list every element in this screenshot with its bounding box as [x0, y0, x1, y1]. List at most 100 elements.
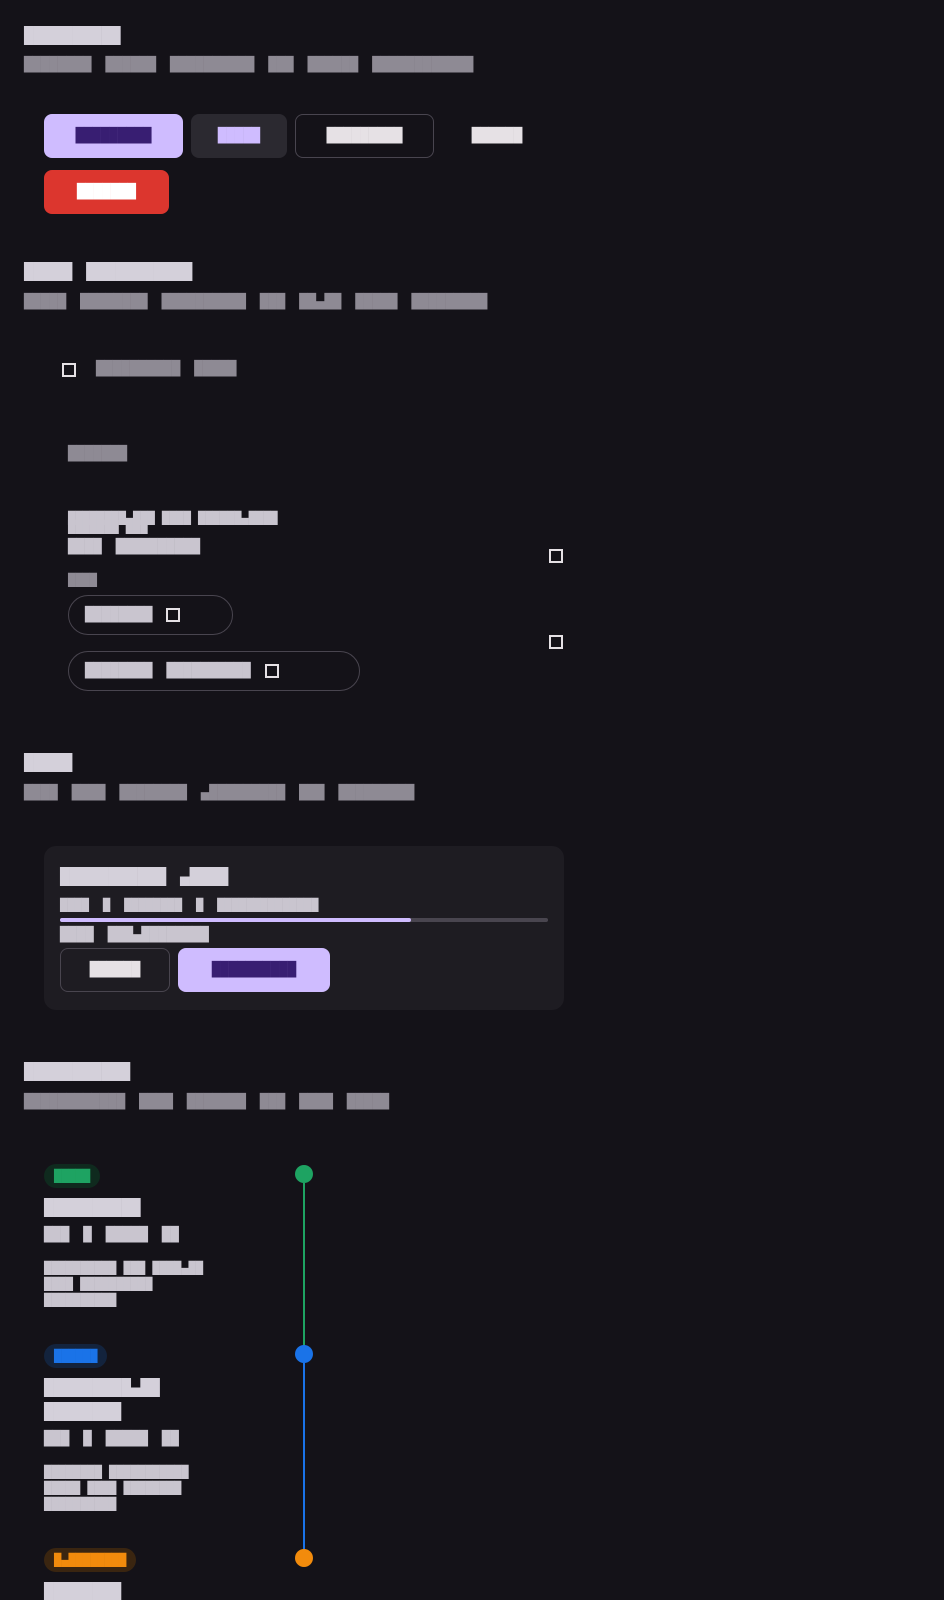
chip-label: ████████ — [85, 607, 153, 623]
meta-word: ██ — [161, 1431, 179, 1447]
timeline-badge: ██████ — [44, 1344, 108, 1368]
description-word: ▄█████████ — [200, 785, 286, 801]
timeline-entry-line: ████ ██████████ — [44, 1277, 153, 1291]
text-button[interactable]: ██████ — [442, 114, 552, 158]
description-word: ██████ — [105, 57, 157, 73]
meta-word: ██ — [161, 1227, 179, 1243]
timeline-entry-meta: ███ █ █████ ██ — [44, 1228, 179, 1242]
chip-label: ██████████ — [166, 663, 251, 679]
outlined-button[interactable]: █████████ — [295, 114, 434, 158]
meta-word: █ — [83, 1227, 92, 1243]
filter-chip[interactable]: ████████ — [68, 595, 233, 635]
list-item-line: ███████ ███ — [68, 520, 148, 534]
description-word: ████ — [71, 785, 106, 801]
timeline-entry-title: ████████ — [44, 1582, 122, 1600]
description-word: █████ — [346, 1094, 390, 1110]
section-title-buttons: ██████████ — [24, 26, 121, 45]
description-word: █████ — [24, 294, 67, 310]
timeline-entry-line: ██████████ — [44, 1497, 117, 1511]
timeline-entry-title: ██████████ — [44, 1198, 141, 1217]
timeline-connector — [303, 1363, 305, 1566]
label-word: █████ — [194, 361, 237, 377]
card-title: ███████████ ▄████ — [60, 869, 228, 885]
description-word: ████████ — [119, 785, 187, 801]
title-word: ███████████ — [86, 262, 193, 281]
meta-word: ███ — [44, 1431, 70, 1447]
description-word: ████ — [139, 1094, 173, 1110]
meta-word: ██████████████ — [217, 898, 319, 912]
description-word: ████████████ — [24, 1094, 126, 1110]
list-item-word: ████ — [68, 539, 102, 555]
meta-word: ████████ — [124, 898, 182, 912]
description-word: █████████ — [338, 785, 415, 801]
buttons-section: ██████████ ████████ ██████ ██████████ ██… — [0, 0, 944, 230]
card-meta: ████ █ ████████ █ ██████████████ — [60, 899, 318, 911]
section-description: ████████ ██████ ██████████ ███ ██████ ██… — [24, 58, 473, 72]
card-title-word: ▄████ — [179, 867, 229, 886]
description-word: ██▄██ — [299, 294, 342, 310]
description-word: ███ — [268, 57, 294, 73]
meta-word: █ — [83, 1431, 92, 1447]
chip-checkbox-icon — [166, 608, 181, 622]
meta-word: ███ — [44, 1227, 70, 1243]
description-word: ███ — [299, 785, 325, 801]
description-word: ███████ — [186, 1094, 246, 1110]
meta-word: ████ — [60, 898, 89, 912]
timeline-entry-title: █████████▄██ — [44, 1378, 160, 1397]
description-word: ██████ — [307, 57, 359, 73]
chip-checkbox-icon — [264, 664, 279, 678]
timeline-entry-line: ████████ ███████████ — [44, 1465, 189, 1479]
chip-label: ████████ — [85, 663, 153, 679]
progress-bar — [60, 918, 548, 922]
meta-word: █ — [102, 898, 111, 912]
description-word: ███ — [259, 294, 286, 310]
description-word: ████ — [24, 785, 58, 801]
timeline-entry-line: █████ ████ ████████ — [44, 1481, 182, 1495]
list-item-checkbox[interactable] — [549, 549, 563, 563]
filled-button[interactable]: █████████ — [44, 114, 183, 158]
footer-word: ████ — [60, 927, 94, 943]
timeline-entry-meta: ███ █ █████ ██ — [44, 1432, 179, 1446]
description-word: ███ — [259, 1094, 286, 1110]
section-title-timeline: ███████████ — [24, 1062, 130, 1081]
description-word: ████████ — [80, 294, 148, 310]
timeline-badge: █▄████████ — [44, 1548, 137, 1572]
filter-chip[interactable]: ████████ ██████████ — [68, 651, 360, 691]
timeline-dot — [295, 1549, 313, 1567]
card-primary-button[interactable]: ██████████ — [178, 948, 330, 992]
section-description: ████ ████ ████████ ▄█████████ ███ ██████… — [24, 786, 414, 800]
list-item-line: ████ ██████████ — [68, 540, 200, 554]
section-title-toggles: █████ ███████████ — [24, 264, 192, 280]
danger-button[interactable]: ███████ — [44, 170, 169, 214]
list-item-line: ████ — [68, 573, 97, 587]
checkbox[interactable] — [62, 363, 76, 377]
description-word: ████████████ — [372, 57, 474, 73]
meta-word: █████ — [105, 1431, 148, 1447]
description-word: █████████ — [411, 294, 488, 310]
meta-word: █ — [195, 898, 204, 912]
timeline-dot — [295, 1345, 313, 1363]
card-title-word: ███████████ — [60, 867, 166, 886]
label-word: ██████████ — [96, 361, 181, 377]
description-word: ██████████ — [161, 294, 246, 310]
title-word: █████ — [24, 262, 73, 281]
footer-word: ███▄████████ — [107, 927, 209, 943]
timeline-dot — [295, 1165, 313, 1183]
tonal-button[interactable]: █████ — [191, 114, 287, 158]
timeline-entry-title: ████████ — [44, 1402, 122, 1421]
description-word: ████ — [299, 1094, 333, 1110]
timeline-connector — [303, 1183, 305, 1362]
checkbox-label: ██████████ █████ — [96, 362, 236, 376]
timeline-section: ███████████ ████████████ ████ ███████ ██… — [0, 1050, 944, 1600]
toggles-section: █████ ███████████ █████ ████████ ███████… — [0, 250, 944, 710]
dialog-section: █████ ████ ████ ████████ ▄█████████ ███ … — [0, 740, 944, 1020]
card-secondary-button[interactable]: ██████ — [60, 948, 170, 992]
section-description: ████████████ ████ ███████ ███ ████ █████ — [24, 1095, 389, 1109]
timeline-badge: █████ — [44, 1164, 101, 1188]
description-word: ████████ — [24, 57, 92, 73]
card-footer-text: ████ ███▄████████ — [60, 928, 209, 942]
list-item-word: ██████████ — [115, 539, 201, 555]
description-word: █████ — [355, 294, 398, 310]
list-item-checkbox[interactable] — [549, 635, 563, 649]
description-word: ██████████ — [170, 57, 255, 73]
